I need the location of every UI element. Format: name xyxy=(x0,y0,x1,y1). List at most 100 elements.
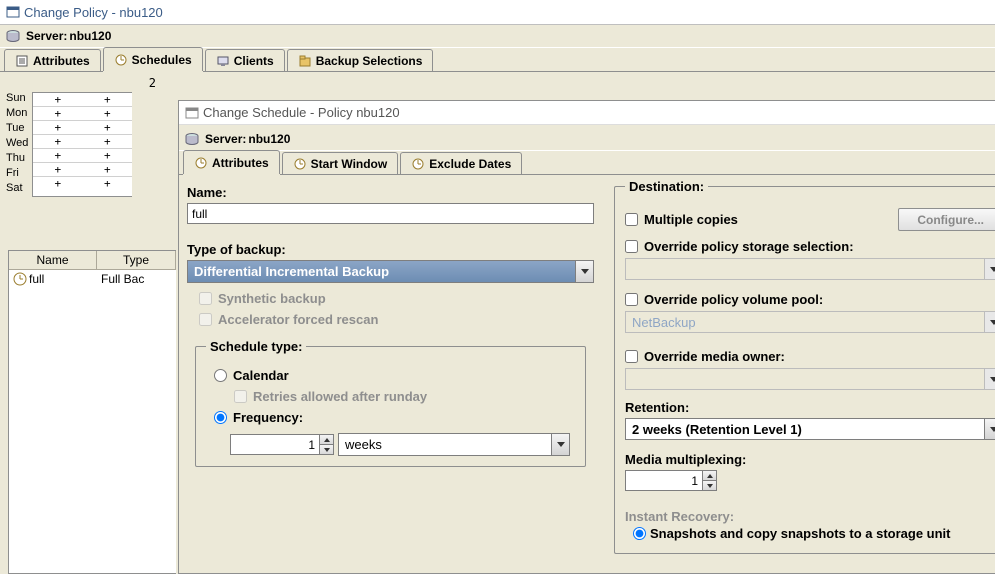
tab-attributes[interactable]: Attributes xyxy=(4,49,101,71)
destination-legend: Destination: xyxy=(625,179,708,194)
server-bar: Server: nbu120 xyxy=(0,24,995,48)
override-media-owner-combo xyxy=(625,368,995,390)
column-header-name[interactable]: Name xyxy=(9,251,97,269)
row-name: full xyxy=(29,272,44,286)
outer-tabs: Attributes Schedules Clients Backup Sele… xyxy=(0,48,995,72)
override-media-owner-value xyxy=(625,368,984,390)
tab-label: Exclude Dates xyxy=(429,157,511,171)
retries-checkbox xyxy=(234,390,247,403)
schedule-type-legend: Schedule type: xyxy=(206,339,306,354)
media-multiplexing-label: Media multiplexing: xyxy=(625,452,995,467)
chevron-down-icon[interactable] xyxy=(984,418,995,440)
clock-icon xyxy=(13,272,27,286)
media-multiplexing-input[interactable] xyxy=(625,470,703,491)
chevron-down-icon xyxy=(984,311,995,333)
accelerator-rescan-checkbox xyxy=(199,313,212,326)
accelerator-rescan-label: Accelerator forced rescan xyxy=(218,312,378,327)
retries-label: Retries allowed after runday xyxy=(253,389,427,404)
day-fri: Fri xyxy=(4,167,32,182)
content-area: 2 Sun Mon Tue Wed Thu Fri Sat ++ ++ ++ +… xyxy=(0,72,995,574)
type-of-backup-label: Type of backup: xyxy=(187,242,594,257)
override-volume-checkbox[interactable] xyxy=(625,293,638,306)
day-wed: Wed xyxy=(4,137,32,152)
dialog-title: Change Schedule - Policy nbu120 xyxy=(203,105,400,120)
retention-label: Retention: xyxy=(625,400,995,415)
frequency-radio[interactable] xyxy=(214,411,227,424)
grid-header-num: 2 xyxy=(4,76,180,90)
change-schedule-dialog: Change Schedule - Policy nbu120 Server: … xyxy=(178,100,995,574)
tab-label: Attributes xyxy=(33,54,90,68)
type-of-backup-combo[interactable]: Differential Incremental Backup xyxy=(187,260,594,283)
override-storage-checkbox[interactable] xyxy=(625,240,638,253)
name-label: Name: xyxy=(187,185,594,200)
column-header-type[interactable]: Type xyxy=(97,251,176,269)
server-icon xyxy=(6,30,20,42)
nested-tab-attributes[interactable]: Attributes xyxy=(183,150,280,174)
name-input[interactable] xyxy=(187,203,594,224)
frequency-label: Frequency: xyxy=(233,410,303,425)
schedule-grid[interactable]: ++ ++ ++ ++ ++ ++ ++ xyxy=(32,92,132,197)
calendar-radio[interactable] xyxy=(214,369,227,382)
tab-backup-selections[interactable]: Backup Selections xyxy=(287,49,434,71)
override-storage-combo xyxy=(625,258,995,280)
frequency-value-input[interactable] xyxy=(230,434,320,455)
schedule-table[interactable]: Name Type full Full Bac xyxy=(8,250,176,574)
nested-server-label: Server: xyxy=(205,132,246,146)
spin-up-icon[interactable] xyxy=(703,471,716,481)
retention-combo[interactable]: 2 weeks (Retention Level 1) xyxy=(625,418,995,440)
override-volume-combo: NetBackup xyxy=(625,311,995,333)
clients-icon xyxy=(216,54,230,68)
spin-down-icon[interactable] xyxy=(320,445,333,454)
selections-icon xyxy=(298,54,312,68)
configure-button: Configure... xyxy=(898,208,995,231)
frequency-spinner[interactable] xyxy=(230,434,334,455)
server-name: nbu120 xyxy=(69,29,111,43)
tab-clients[interactable]: Clients xyxy=(205,49,285,71)
tab-schedules[interactable]: Schedules xyxy=(103,47,203,71)
day-sun: Sun xyxy=(4,92,32,107)
chevron-down-icon[interactable] xyxy=(575,260,594,283)
window-title: Change Policy - nbu120 xyxy=(24,5,163,20)
media-multiplexing-spinner[interactable] xyxy=(625,470,995,491)
schedules-icon xyxy=(411,157,425,171)
instant-recovery-label: Instant Recovery: xyxy=(625,509,995,524)
day-tue: Tue xyxy=(4,122,32,137)
nested-tabs: Attributes Start Window Exclude Dates xyxy=(179,151,995,175)
tab-label: Clients xyxy=(234,54,274,68)
multiple-copies-checkbox[interactable] xyxy=(625,213,638,226)
override-media-owner-checkbox[interactable] xyxy=(625,350,638,363)
nested-tab-start-window[interactable]: Start Window xyxy=(282,152,399,174)
synthetic-backup-checkbox xyxy=(199,292,212,305)
app-icon xyxy=(6,5,20,19)
ir-snapshots-copy-label: Snapshots and copy snapshots to a storag… xyxy=(650,526,951,541)
tab-label: Attributes xyxy=(212,156,269,170)
frequency-unit-value: weeks xyxy=(338,433,551,456)
calendar-label: Calendar xyxy=(233,368,289,383)
type-of-backup-value: Differential Incremental Backup xyxy=(187,260,575,283)
server-label: Server: xyxy=(26,29,67,43)
table-row[interactable]: full Full Bac xyxy=(9,270,176,288)
spin-up-icon[interactable] xyxy=(320,435,333,445)
row-type: Full Bac xyxy=(97,270,176,288)
server-icon xyxy=(185,133,199,145)
day-sat: Sat xyxy=(4,182,32,197)
day-mon: Mon xyxy=(4,107,32,122)
chevron-down-icon[interactable] xyxy=(551,433,570,456)
attributes-icon xyxy=(15,54,29,68)
override-media-owner-label: Override media owner: xyxy=(644,349,785,364)
override-storage-label: Override policy storage selection: xyxy=(644,239,854,254)
ir-snapshots-copy-radio[interactable] xyxy=(633,527,646,540)
day-thu: Thu xyxy=(4,152,32,167)
frequency-unit-combo[interactable]: weeks xyxy=(338,433,570,456)
retention-value: 2 weeks (Retention Level 1) xyxy=(625,418,984,440)
tab-label: Schedules xyxy=(132,53,192,67)
spin-down-icon[interactable] xyxy=(703,481,716,490)
schedules-icon xyxy=(293,157,307,171)
tab-label: Backup Selections xyxy=(316,54,423,68)
chevron-down-icon xyxy=(984,258,995,280)
nested-tab-exclude-dates[interactable]: Exclude Dates xyxy=(400,152,522,174)
override-storage-value xyxy=(625,258,984,280)
multiple-copies-label: Multiple copies xyxy=(644,212,738,227)
schedules-icon xyxy=(194,156,208,170)
dialog-app-icon xyxy=(185,106,199,120)
